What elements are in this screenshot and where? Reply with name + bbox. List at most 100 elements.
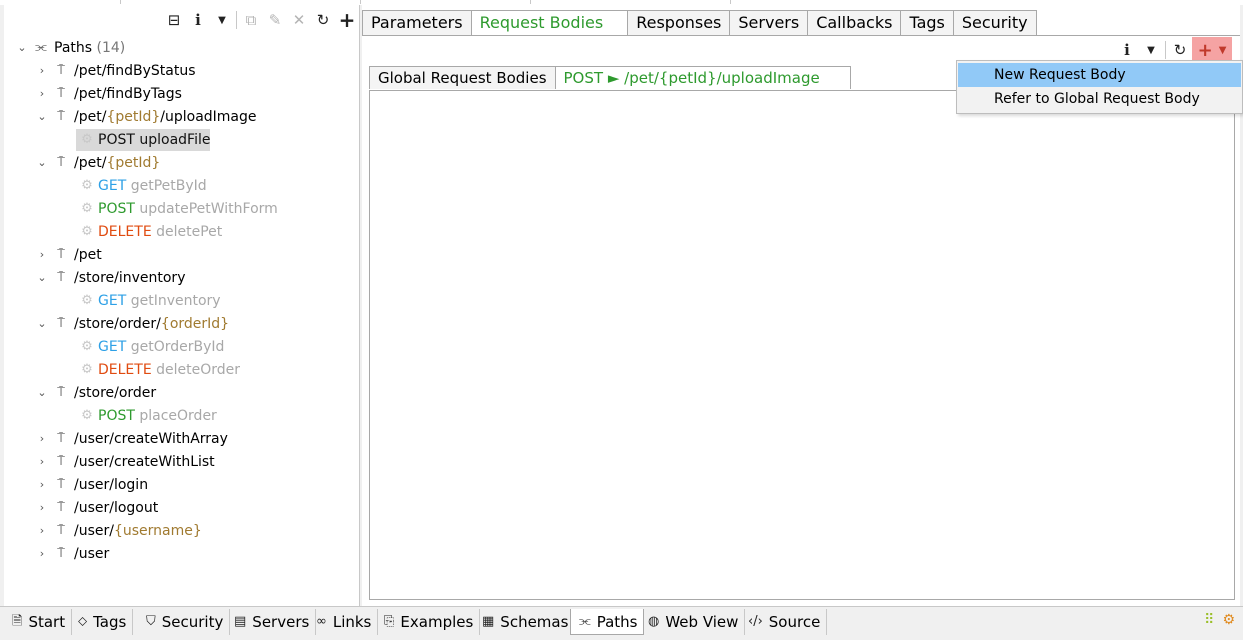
- bottom-tab-label: Source: [768, 613, 821, 631]
- bottom-tab-start[interactable]: 🗎 Start: [4, 609, 73, 635]
- bottom-tab-source[interactable]: ‹/› Source: [740, 609, 828, 635]
- tree-path-row[interactable]: › ⍑ /pet: [36, 244, 336, 266]
- tree-operation-row[interactable]: ⚙ GET getOrderById: [76, 336, 336, 358]
- expand-down-icon[interactable]: ⌄: [36, 152, 48, 174]
- paths-icon: ⫘: [579, 613, 591, 629]
- operation-name: updatePetWithForm: [139, 201, 278, 217]
- expand-right-icon[interactable]: ›: [36, 497, 48, 519]
- operation-name: getInventory: [130, 293, 221, 309]
- tree-path-row[interactable]: › ⍑ /user: [36, 543, 336, 565]
- tab-parameters[interactable]: Parameters: [362, 10, 472, 35]
- expand-right-icon[interactable]: ›: [36, 60, 48, 82]
- bottom-tab-links[interactable]: ∞ Links: [308, 609, 379, 635]
- menu-item-refer-global-request-body[interactable]: Refer to Global Request Body: [958, 87, 1241, 111]
- tab-operation-request-body[interactable]: POST ► /pet/{petId}/uploadImage: [554, 66, 851, 89]
- tree-operation-row[interactable]: ⚙ POST updatePetWithForm: [76, 198, 336, 220]
- expand-down-icon[interactable]: ⌄: [36, 313, 48, 335]
- close-icon[interactable]: ✕: [287, 9, 311, 31]
- bottom-tab-label: Web View: [665, 613, 739, 631]
- operation-label: GET getPetById: [98, 175, 207, 197]
- expand-down-icon[interactable]: ⌄: [36, 106, 48, 128]
- operation-label: GET getInventory: [98, 290, 221, 312]
- gear-icon: ⚙: [81, 132, 93, 147]
- refresh-icon[interactable]: ↻: [311, 9, 335, 31]
- request-body-content-area: [369, 90, 1235, 600]
- plus-icon[interactable]: +: [335, 8, 359, 32]
- tab-global-request-bodies[interactable]: Global Request Bodies: [369, 66, 556, 89]
- refresh-icon[interactable]: ↻: [1168, 39, 1192, 61]
- tab-responses[interactable]: Responses: [627, 10, 731, 35]
- tree-operation-row[interactable]: ⚙ DELETE deleteOrder: [76, 359, 336, 381]
- tree-path-row[interactable]: ⌄ ⍑ /store/order: [36, 382, 336, 404]
- path-label: /user/createWithList: [74, 454, 215, 470]
- path-label: /pet/{petId}/uploadImage: [74, 106, 257, 128]
- tree-operation-row[interactable]: ⚙ POST placeOrder: [76, 405, 336, 427]
- path-label: /store/order: [74, 385, 157, 401]
- bottom-tab-servers[interactable]: ▤ Servers: [226, 609, 317, 635]
- bottom-tab-examples[interactable]: ⎘ Examples: [376, 609, 481, 635]
- tree-path-row[interactable]: › ⍑ /pet/findByStatus: [36, 60, 336, 82]
- tab-tags[interactable]: Tags: [900, 10, 954, 35]
- grid-icon[interactable]: ⠿: [1204, 612, 1214, 628]
- operation-name: placeOrder: [139, 408, 217, 424]
- collapse-icon[interactable]: ⊟: [162, 9, 186, 31]
- bottom-tab-label: Start: [28, 613, 66, 631]
- menu-item-new-request-body[interactable]: New Request Body: [958, 63, 1241, 87]
- tree-path-row[interactable]: ⌄ ⍑ /pet/{petId}/uploadImage: [36, 106, 336, 128]
- bottom-tab-paths[interactable]: ⫘ Paths: [570, 609, 645, 635]
- bottom-tab-tags[interactable]: ⬦ Tags: [70, 609, 134, 635]
- tab-request-bodies[interactable]: Request Bodies: [470, 10, 629, 35]
- tree-operation-row[interactable]: ⚙ DELETE deletePet: [76, 221, 336, 243]
- expand-down-icon[interactable]: ⌄: [16, 37, 28, 59]
- tab-servers[interactable]: Servers: [729, 10, 809, 35]
- tree-path-row[interactable]: › ⍑ /user/{username}: [36, 520, 336, 542]
- tree-root-paths[interactable]: ⌄ ⫘ Paths (14): [16, 37, 346, 59]
- expand-right-icon[interactable]: ›: [36, 474, 48, 496]
- tree-path-row[interactable]: › ⍑ /user/createWithArray: [36, 428, 336, 450]
- tree-path-row[interactable]: ⌄ ⍑ /pet/{petId}: [36, 152, 336, 174]
- bottom-tab-schemas[interactable]: ▦ Schemas: [474, 609, 576, 635]
- tab-callbacks[interactable]: Callbacks: [807, 10, 902, 35]
- tree-path-row[interactable]: › ⍑ /user/login: [36, 474, 336, 496]
- tree-path-row[interactable]: › ⍑ /pet/findByTags: [36, 83, 336, 105]
- operation-name: getPetById: [130, 178, 207, 194]
- expand-down-icon[interactable]: ⌄: [36, 267, 48, 289]
- expand-right-icon[interactable]: ›: [36, 428, 48, 450]
- path-param: {username}: [113, 523, 202, 539]
- tree-operation-row[interactable]: ⚙ GET getInventory: [76, 290, 336, 312]
- chevron-down-icon[interactable]: ▼: [210, 9, 234, 31]
- edit-icon[interactable]: ✎: [263, 9, 287, 31]
- expand-down-icon[interactable]: ⌄: [36, 382, 48, 404]
- tab-security[interactable]: Security: [952, 10, 1037, 35]
- operation-verb: GET: [98, 178, 127, 194]
- operation-name: deleteOrder: [156, 362, 241, 378]
- tree-path-row[interactable]: ⌄ ⍑ /store/order/{orderId}: [36, 313, 336, 335]
- gear-icon: ⚙: [81, 339, 93, 354]
- tree-operation-row-selected[interactable]: ⚙ POST uploadFile: [76, 129, 210, 151]
- gears-icon[interactable]: ⚙: [1222, 612, 1235, 628]
- expand-right-icon[interactable]: ›: [36, 451, 48, 473]
- link-icon: ∞: [316, 614, 327, 629]
- tree-path-row[interactable]: ⌄ ⍑ /store/inventory: [36, 267, 336, 289]
- bottom-tab-security[interactable]: ⛉ Security: [138, 609, 231, 635]
- path-label: /user: [74, 546, 110, 562]
- gear-icon: ⚙: [81, 224, 93, 239]
- tree-path-row[interactable]: › ⍑ /user/logout: [36, 497, 336, 519]
- operation-path: /pet/{petId}/uploadImage: [624, 69, 820, 87]
- info-icon[interactable]: i: [186, 9, 210, 31]
- expand-right-icon[interactable]: ›: [36, 83, 48, 105]
- chevron-down-icon[interactable]: ▼: [1139, 39, 1163, 61]
- copy-icon[interactable]: ⧉: [239, 9, 263, 31]
- path-icon: ⍑: [57, 477, 65, 492]
- tree-path-row[interactable]: › ⍑ /user/createWithList: [36, 451, 336, 473]
- info-icon[interactable]: i: [1115, 39, 1139, 61]
- bottom-tab-web-view[interactable]: ◍ Web View: [640, 609, 746, 635]
- path-param: {orderId}: [160, 316, 230, 332]
- path-label: /user/login: [74, 477, 149, 493]
- path-label: /pet/findByStatus: [74, 63, 196, 79]
- tree-operation-row[interactable]: ⚙ GET getPetById: [76, 175, 336, 197]
- expand-right-icon[interactable]: ›: [36, 543, 48, 565]
- expand-right-icon[interactable]: ›: [36, 244, 48, 266]
- expand-right-icon[interactable]: ›: [36, 520, 48, 542]
- bottom-tab-label: Examples: [400, 613, 474, 631]
